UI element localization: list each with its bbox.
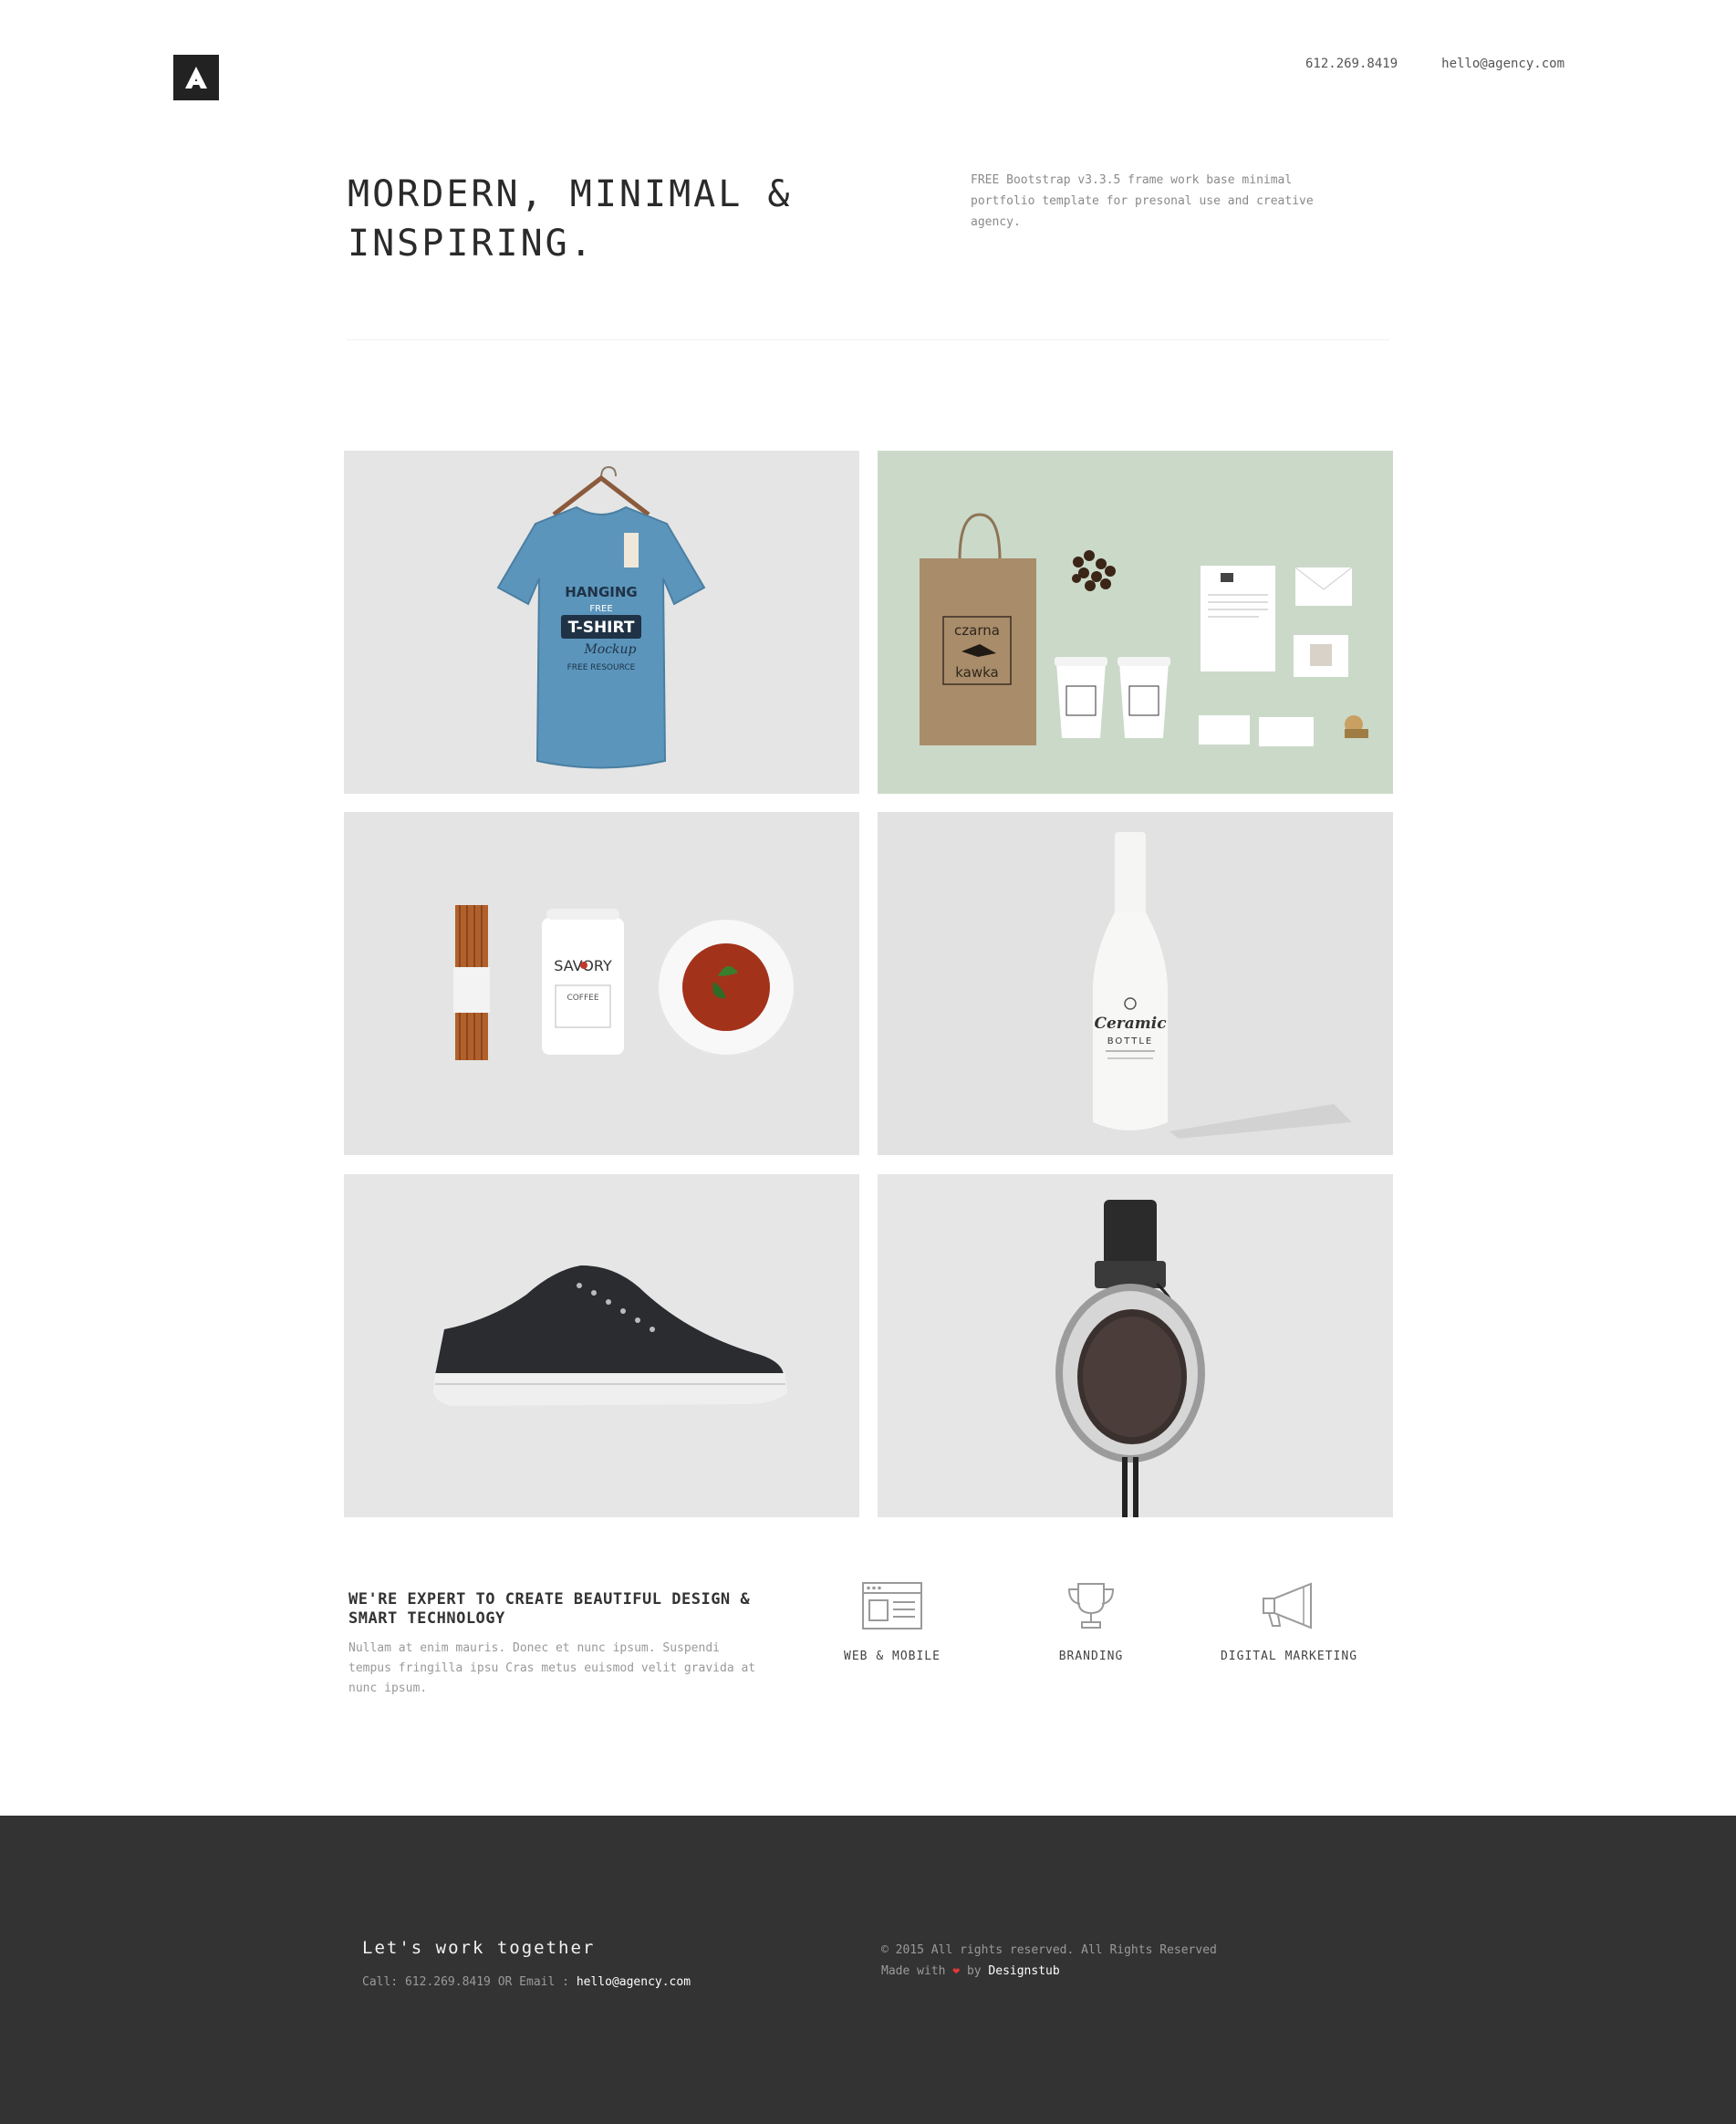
food-packaging-mockup-image: SAVORY COFFEE: [453, 905, 795, 1060]
copyright-text: © 2015 All rights reserved. All Rights R…: [881, 1943, 1217, 1957]
service-web-mobile[interactable]: WEB & MOBILE: [801, 1578, 983, 1663]
service-web-mobile-label: WEB & MOBILE: [844, 1650, 941, 1663]
designstub-link[interactable]: Designstub: [988, 1964, 1059, 1978]
by-text: by: [966, 1964, 982, 1978]
logo-a-icon: [185, 67, 207, 88]
gallery-item-tshirt[interactable]: HANGING FREE T-SHIRT Mockup FREE RESOURC…: [344, 451, 859, 794]
made-with-text: Made with: [881, 1964, 946, 1978]
bottle-text: BOTTLE: [1107, 1036, 1154, 1046]
header-phone[interactable]: 612.269.8419: [1305, 57, 1398, 71]
divider: [347, 339, 1389, 340]
branding-text-2: kawka: [955, 664, 999, 681]
service-branding-label: BRANDING: [1058, 1650, 1124, 1663]
gallery-item-sneaker[interactable]: [344, 1174, 859, 1517]
tshirt-text-2: FREE: [589, 604, 612, 614]
header-contact: 612.269.8419 hello@agency.com: [1305, 57, 1564, 71]
hero-description: FREE Bootstrap v3.3.5 frame work base mi…: [971, 173, 1314, 229]
coffee-label-text: COFFEE: [567, 994, 598, 1003]
made-with-line: Made with ❤ by Designstub: [881, 1961, 1217, 1982]
tshirt-text-3: T-SHIRT: [568, 619, 635, 637]
megaphone-icon: [1198, 1578, 1380, 1633]
tshirt-text-4: Mockup: [583, 642, 636, 657]
service-digital-marketing[interactable]: DIGITAL MARKETING: [1198, 1578, 1380, 1663]
ceramic-text: Ceramic: [1094, 1015, 1167, 1033]
tshirt-text-5: FREE RESOURCE: [567, 663, 636, 672]
coffee-branding-mockup-image: czarna kawka: [920, 513, 1368, 746]
branding-text-1: czarna: [954, 622, 1000, 639]
footer-call-text: Call: 612.269.8419 OR Email :: [362, 1975, 577, 1989]
gallery-item-headphones[interactable]: [878, 1174, 1393, 1517]
service-digital-marketing-label: DIGITAL MARKETING: [1220, 1650, 1358, 1663]
browser-window-icon: [801, 1578, 983, 1633]
trophy-icon: [1000, 1578, 1182, 1633]
gallery-item-food-packaging[interactable]: SAVORY COFFEE: [344, 812, 859, 1155]
heart-icon: ❤: [952, 1964, 961, 1978]
footer-call: Call: 612.269.8419 OR Email : hello@agen…: [362, 1975, 691, 1989]
service-branding[interactable]: BRANDING: [1000, 1578, 1182, 1663]
headphones-photo-image: [1055, 1200, 1205, 1517]
sneaker-photo-image: [433, 1265, 787, 1406]
header-email[interactable]: hello@agency.com: [1441, 57, 1564, 71]
services-text: Nullam at enim mauris. Donec et nunc ips…: [348, 1641, 756, 1695]
ceramic-bottle-mockup-image: Ceramic BOTTLE: [1093, 832, 1352, 1139]
hero-title-line2: INSPIRING.: [348, 223, 595, 265]
hero-title: MORDERN, MINIMAL & INSPIRING.: [348, 170, 913, 268]
footer-copyright: © 2015 All rights reserved. All Rights R…: [881, 1940, 1217, 1982]
tshirt-mockup-image: HANGING FREE T-SHIRT Mockup FREE RESOURC…: [496, 465, 706, 769]
footer-title: Let's work together: [362, 1938, 596, 1958]
logo[interactable]: [173, 55, 219, 100]
footer: [0, 1816, 1736, 2124]
services-title: WE'RE EXPERT TO CREATE BEAUTIFUL DESIGN …: [348, 1590, 751, 1628]
gallery-item-ceramic-bottle[interactable]: Ceramic BOTTLE: [878, 812, 1393, 1155]
tshirt-text-1: HANGING: [565, 584, 637, 600]
hero-title-line1: MORDERN, MINIMAL &: [348, 173, 793, 215]
footer-email-link[interactable]: hello@agency.com: [577, 1975, 691, 1989]
gallery-item-coffee-branding[interactable]: czarna kawka: [878, 451, 1393, 794]
